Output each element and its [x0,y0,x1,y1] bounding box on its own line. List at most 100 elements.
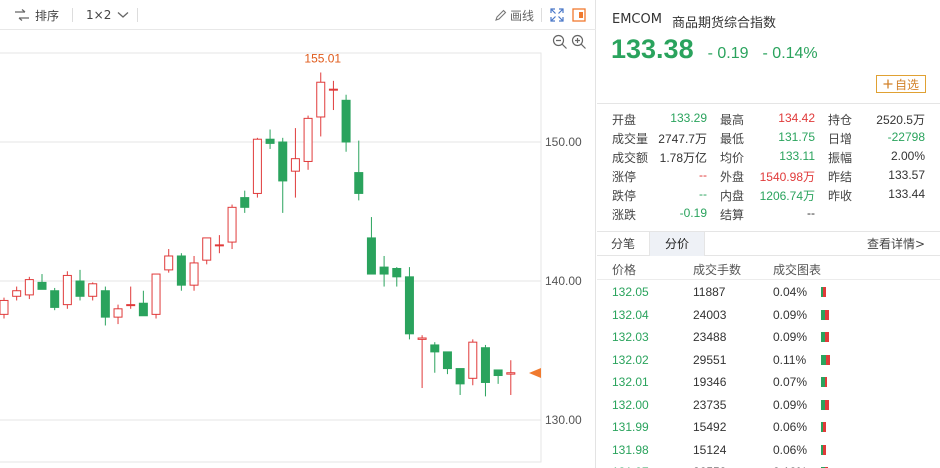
quote-label: 跌停 [612,189,637,203]
candle [252,137,262,198]
candle-body [417,337,427,340]
tab-price-distribution[interactable]: 分价 [649,232,705,256]
quote-value: 133.29 [670,111,707,125]
candle-body [455,368,465,385]
trade-tabs: 分笔 分价 查看详情> [597,231,940,256]
candle [24,276,34,300]
candle [12,286,22,301]
quote-value: 133.44 [888,187,925,201]
candle-body [126,304,136,307]
candle [278,137,288,213]
buy-volume-bar [823,444,826,455]
table-row: 131.98 15124 0.06% [597,439,940,462]
candle [430,342,440,373]
candle [151,273,161,319]
plus-icon [883,79,893,89]
y-tick-label: 130.00 [545,413,582,427]
candle-body [100,290,110,318]
candle-body [189,262,199,286]
plot-frame [0,52,542,463]
add-watchlist-label: 自选 [894,77,919,92]
candle-body [240,197,250,208]
quote-label: 昨结 [828,170,853,184]
candle-body [176,255,186,286]
buy-volume-bar [826,354,830,365]
tab-tick-trades[interactable]: 分笔 [597,232,649,256]
add-watchlist-button[interactable]: 自选 [876,75,926,93]
candle-body [328,88,338,91]
quote-value: 1206.74万 [759,189,815,203]
candle-body [75,280,85,297]
quote-value: 2520.5万 [876,113,925,127]
row-volume: 23735 [693,397,727,412]
candle [113,304,123,325]
candle [442,351,452,375]
candle-body [493,369,503,377]
buy-volume-bar [825,332,829,342]
volume-bar [821,444,826,455]
quote-value: -- [807,206,815,220]
symbol-code: EMCOM [612,12,662,27]
quote-row: 跌停 -- 内盘 1206.74万 昨收 133.44 [597,185,940,204]
table-row: 132.00 23735 0.09% [597,394,940,417]
symbol-row: EMCOM 商品期货综合指数 [612,12,776,31]
quote-label: 内盘 [720,189,745,203]
quote-value: 133.57 [888,168,925,182]
quote-value: -0.19 [679,206,707,220]
candle [214,235,224,254]
row-ratio: 0.09% [773,330,808,344]
divider [597,103,940,104]
candle [455,368,465,395]
symbol-name: 商品期货综合指数 [671,16,776,31]
buy-volume-bar [824,377,827,387]
candle-body [50,290,60,308]
candle [75,269,85,301]
row-volume: 15492 [693,420,727,434]
candle-body [316,81,326,118]
quote-row: 成交额 1.78万亿 均价 133.11 振幅 2.00% [597,147,940,166]
table-row: 132.02 29551 0.11% [597,349,940,372]
candle-body [430,344,440,353]
row-volume: 24003 [693,307,727,322]
candle-body [62,274,72,306]
quote-label: 成交额 [612,151,649,165]
row-price: 131.99 [612,420,649,434]
candle-body [468,341,478,379]
candle [100,286,110,326]
table-row: 132.05 11887 0.04% [597,281,940,304]
candle [176,253,186,291]
quote-label: 外盘 [720,170,745,184]
quote-value: 2747.7万 [658,132,707,146]
candle [37,274,47,290]
price-change-percent: - 0.14% [762,45,818,62]
view-details-link[interactable]: 查看详情> [867,232,925,256]
table-row: 132.04 24003 0.09% [597,304,940,327]
price-table: 132.05 11887 0.04% 132.04 24003 0.09% 132.03 23… [597,281,940,468]
candle [316,72,326,137]
candle [0,297,9,319]
quote-row: 开盘 133.29 最高 134.42 持仓 2520.5万 [597,109,940,128]
volume-bar [821,309,830,320]
row-ratio: 0.09% [773,397,808,412]
candle-body [379,266,389,275]
quote-label: 结算 [720,208,745,222]
candle [202,237,212,265]
candle-body [404,276,414,335]
column-header-price: 价格 [612,263,637,277]
row-price: 132.05 [612,285,649,299]
price-row: 133.38 - 0.19 - 0.14% [611,34,818,65]
candle [303,115,313,170]
candle-body [366,237,376,275]
last-price-marker [529,368,541,379]
candle [404,267,414,340]
candle-body [354,172,364,194]
candle-body [303,117,313,162]
price-change: - 0.19 [707,45,749,62]
candle [366,217,376,275]
candle [88,282,98,301]
candle-body [214,244,224,247]
candle-body [113,308,123,318]
buy-volume-bar [823,422,826,432]
candle [417,335,427,389]
candle [290,128,300,198]
